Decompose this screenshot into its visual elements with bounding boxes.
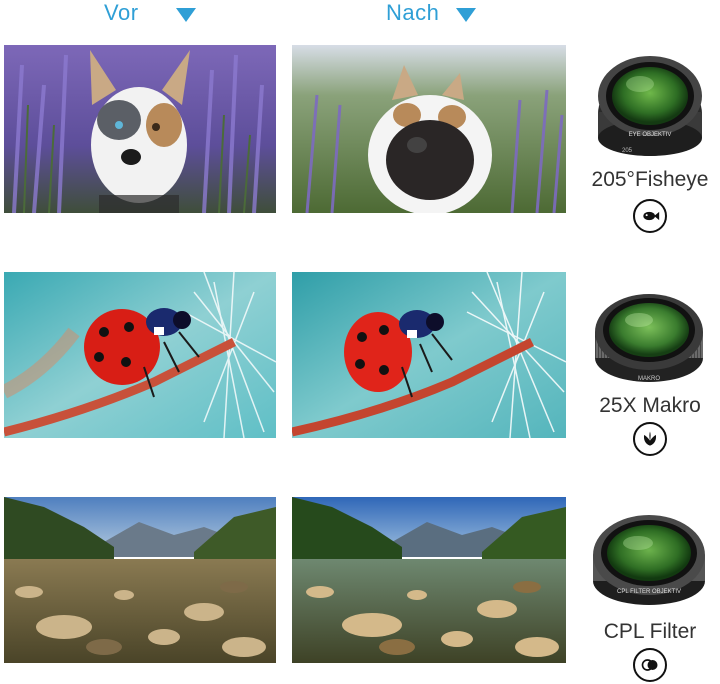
fisheye-label: 205°Fisheye <box>591 168 709 191</box>
macro-lens-image: MAKRO <box>592 280 706 386</box>
cpl-lens-image: CPL FILTER OBJEKTIV <box>590 503 708 609</box>
river-before-photo <box>4 497 276 663</box>
svg-text:MAKRO: MAKRO <box>638 376 660 382</box>
polarizer-icon <box>633 648 667 682</box>
fish-icon <box>633 199 667 233</box>
svg-text:EYE OBJEKTIV: EYE OBJEKTIV <box>629 132 672 138</box>
dog-after-photo <box>292 45 566 213</box>
dog-before-photo <box>4 45 276 213</box>
svg-text:205: 205 <box>622 148 633 154</box>
svg-text:CPL FILTER OBJEKTIV: CPL FILTER OBJEKTIV <box>617 589 681 595</box>
ladybug-before-photo <box>4 272 276 438</box>
after-arrow-icon <box>456 8 476 22</box>
before-arrow-icon <box>176 8 196 22</box>
after-label: Nach <box>386 0 440 25</box>
river-after-photo <box>292 497 566 663</box>
flower-icon <box>633 422 667 456</box>
ladybug-after-photo <box>292 272 566 438</box>
cpl-label: CPL Filter <box>603 620 697 643</box>
fisheye-lens-image: EYE OBJEKTIV 205 <box>594 52 706 160</box>
before-label: Vor <box>104 0 139 25</box>
macro-label: 25X Makro <box>599 394 701 417</box>
